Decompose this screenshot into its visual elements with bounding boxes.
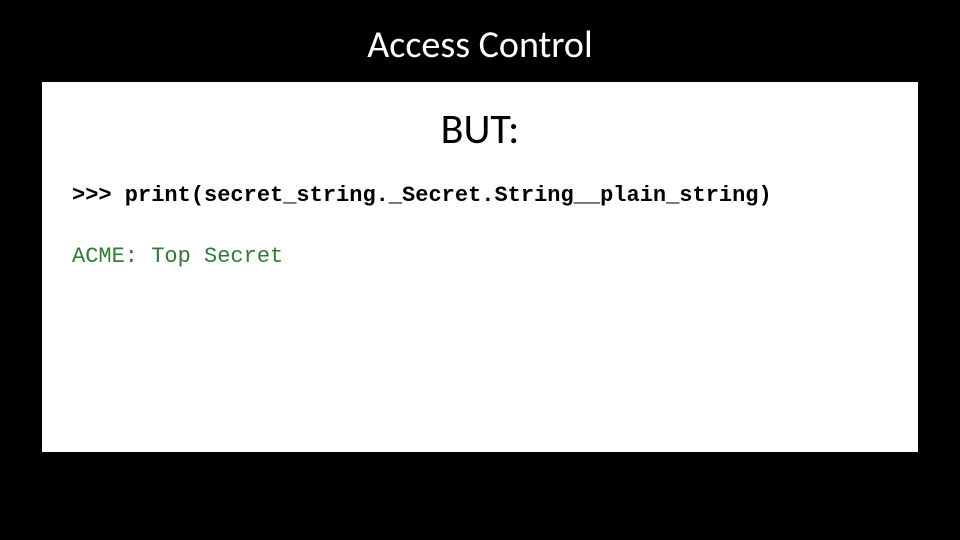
- code-output-line: ACME: Top Secret: [72, 244, 888, 269]
- slide-title: Access Control: [0, 0, 960, 82]
- code-input-line: >>> print(secret_string._Secret.String__…: [72, 183, 888, 208]
- subtitle-heading: BUT:: [72, 104, 888, 155]
- content-panel: BUT: >>> print(secret_string._Secret.Str…: [42, 82, 918, 452]
